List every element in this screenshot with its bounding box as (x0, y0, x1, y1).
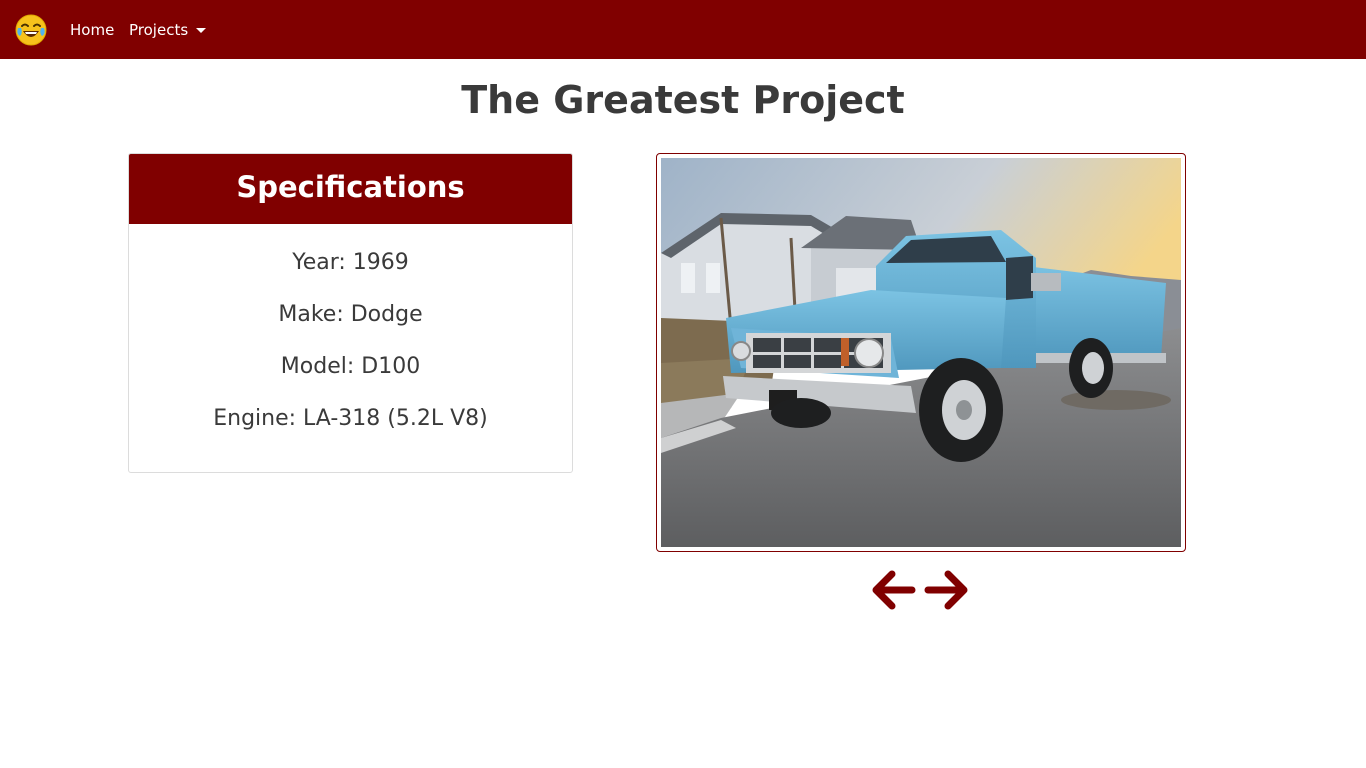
spec-make: Make: Dodge (278, 302, 423, 327)
nav-projects-label: Projects (129, 21, 189, 39)
spec-model: Model: D100 (280, 354, 421, 379)
gallery-frame (656, 153, 1186, 552)
navbar: Home Projects (0, 0, 1366, 59)
face-with-tears-of-joy-icon[interactable] (15, 14, 47, 46)
specifications-card: Specifications Year: 1969 Make: Dodge Mo… (128, 153, 573, 473)
truck-photo (661, 158, 1181, 547)
caret-down-icon (196, 28, 207, 33)
spec-year: Year: 1969 (292, 250, 409, 275)
arrow-left-icon[interactable] (870, 568, 916, 612)
specifications-body: Year: 1969 Make: Dodge Model: D100 Engin… (129, 224, 572, 456)
spec-engine: Engine: LA-318 (5.2L V8) (213, 406, 488, 431)
nav-home-link[interactable]: Home (70, 20, 114, 40)
page-title: The Greatest Project (461, 78, 905, 122)
arrow-right-icon[interactable] (924, 568, 970, 612)
specifications-header: Specifications (129, 154, 572, 224)
nav-projects-dropdown[interactable]: Projects (129, 20, 207, 40)
